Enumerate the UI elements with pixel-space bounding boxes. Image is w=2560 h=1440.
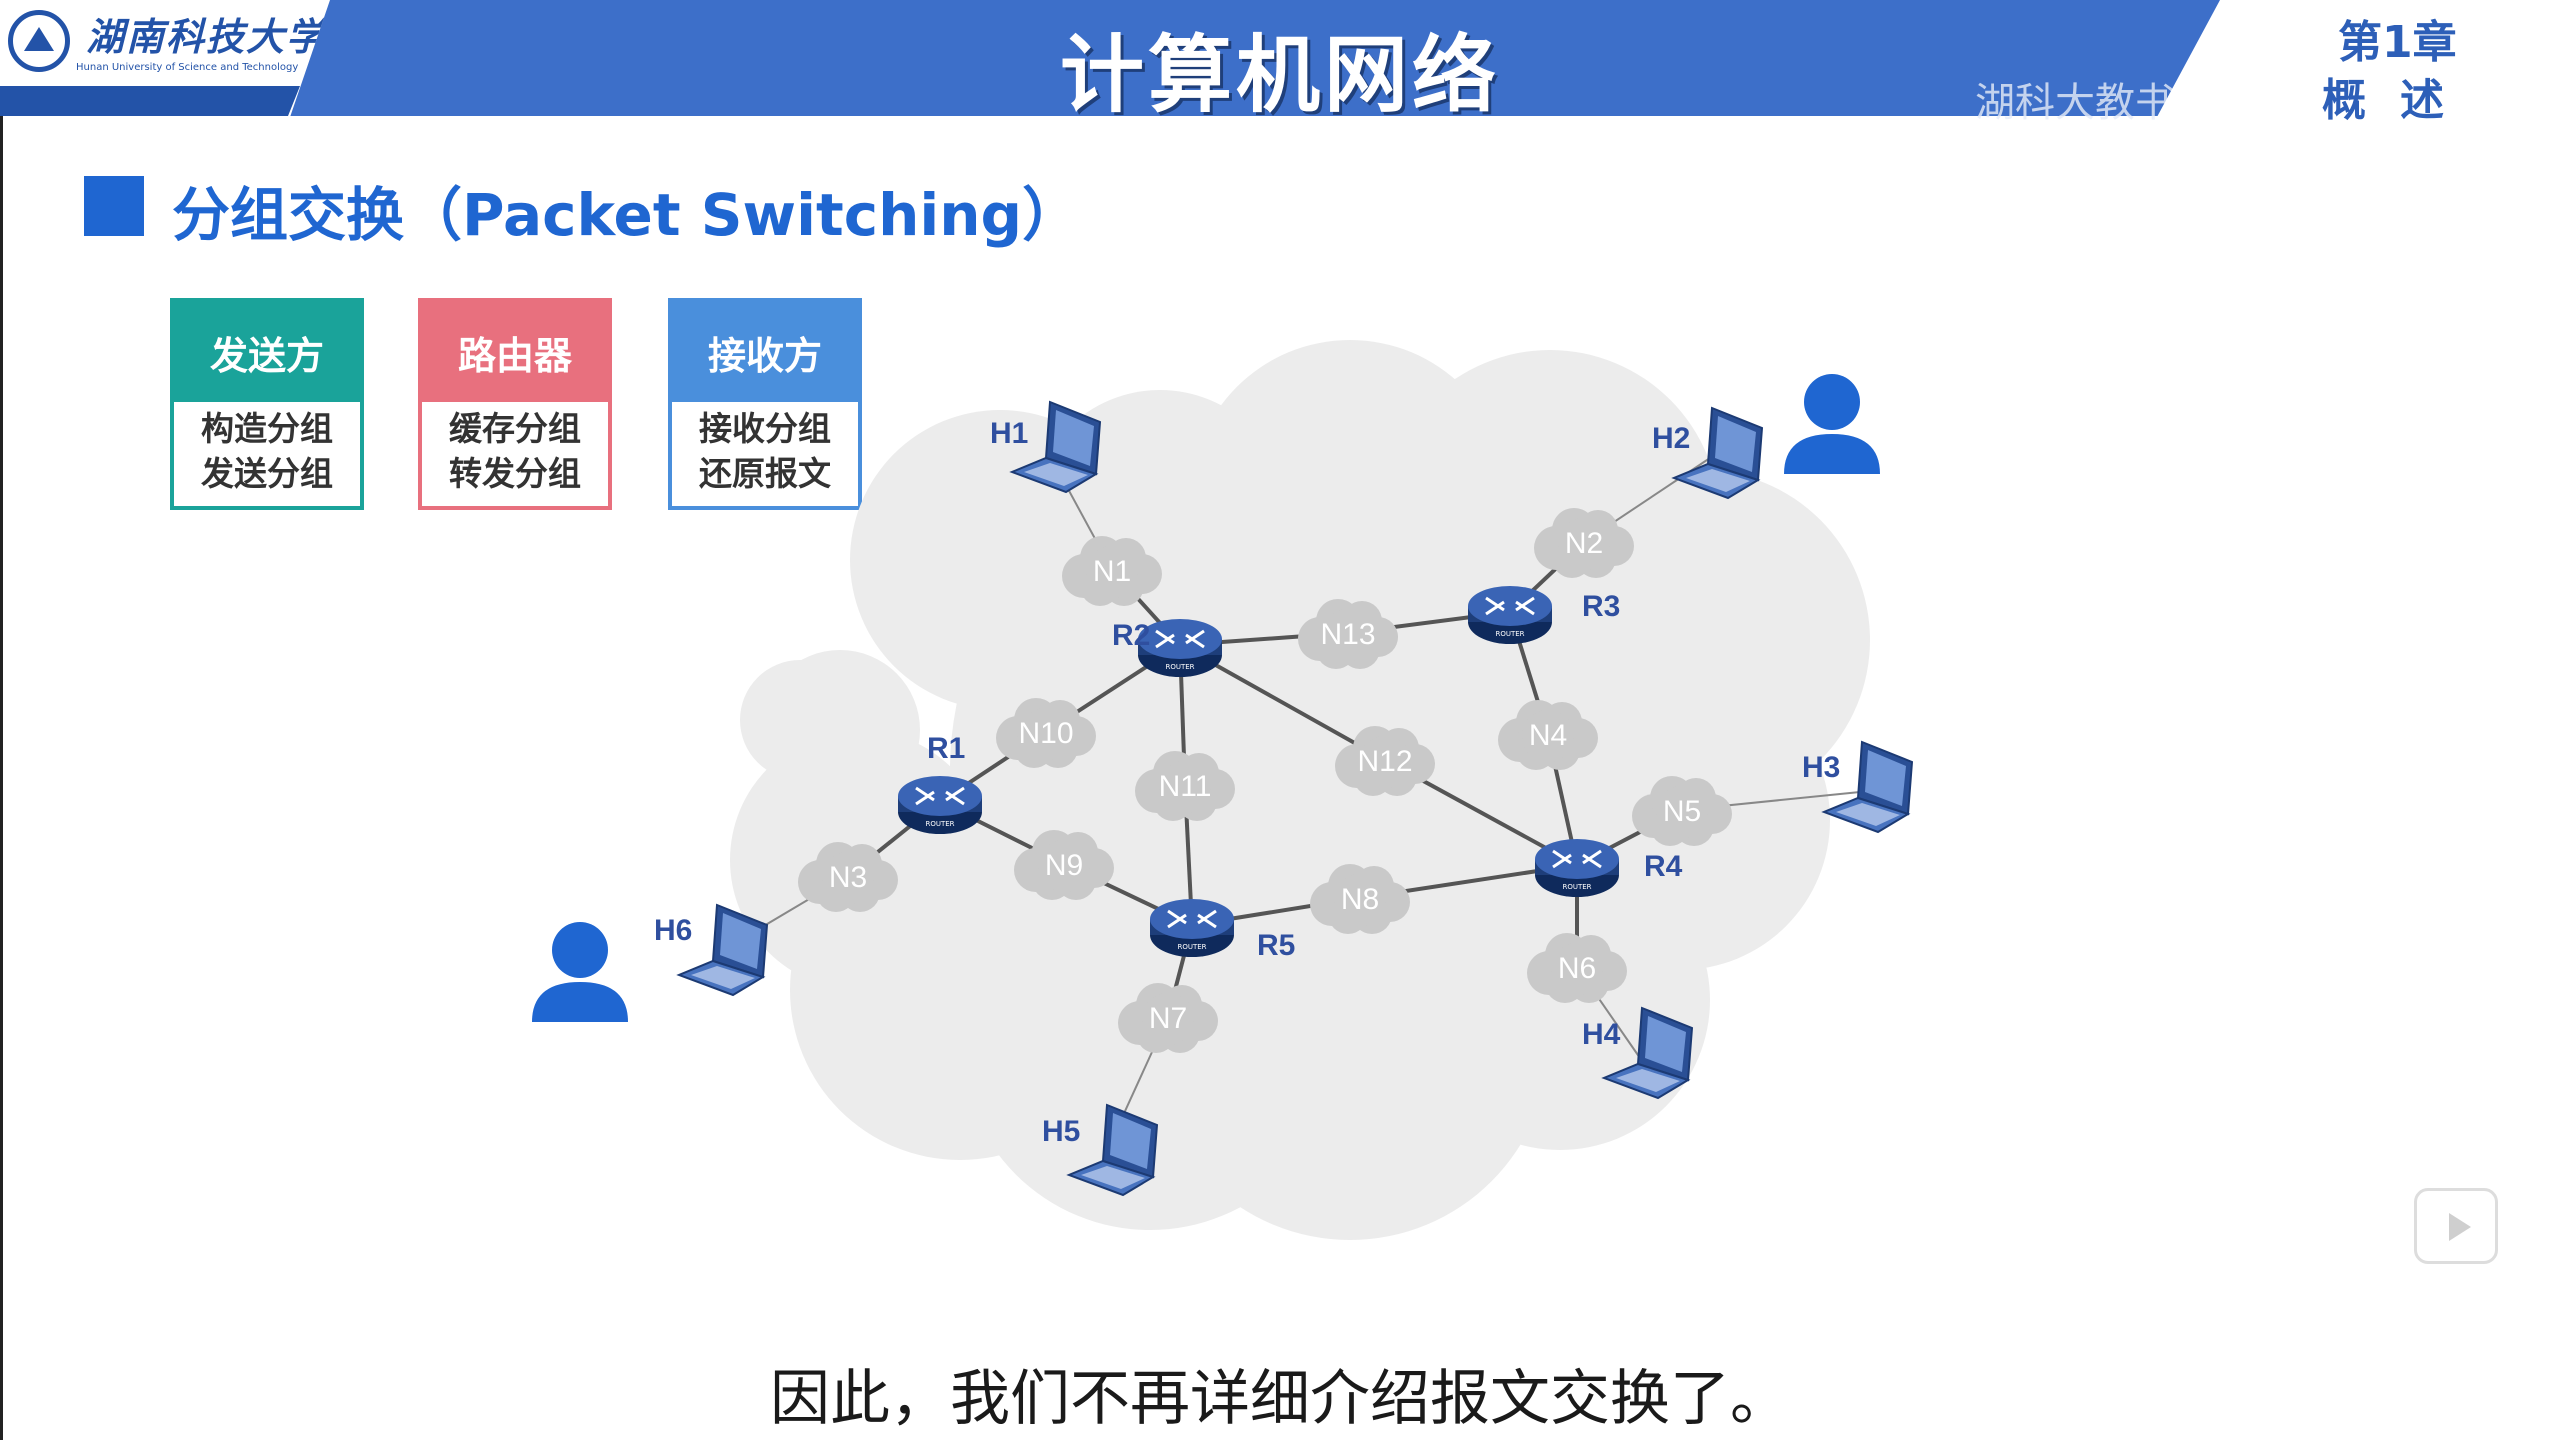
- network-node-label: N11: [1159, 770, 1212, 803]
- network-node-label: N5: [1663, 795, 1701, 828]
- router-label: R1: [927, 732, 965, 765]
- person-receiver-icon: [1784, 374, 1880, 474]
- host-label: H5: [1042, 1115, 1080, 1148]
- router-label: R5: [1257, 929, 1295, 962]
- background-cloud: [950, 440, 1610, 1100]
- router-badge: ROUTER: [1562, 883, 1591, 891]
- network-node-label: N6: [1558, 952, 1596, 985]
- play-button[interactable]: [2414, 1188, 2498, 1264]
- host-label: H6: [654, 914, 692, 947]
- packet-switching-network-diagram: N1 N2 N3 N4 N5 N6 N7 N8 N9 N10 N11 N12 N13 ROUTER R1 R…: [532, 340, 1914, 1240]
- router-r3: ROUTER: [1468, 586, 1552, 644]
- network-node-label: N7: [1149, 1002, 1187, 1035]
- network-node-label: N1: [1093, 555, 1131, 588]
- network-node-label: N9: [1045, 849, 1083, 882]
- network-node-label: N12: [1357, 745, 1412, 778]
- network-node-label: N3: [829, 861, 867, 894]
- network-node-label: N2: [1565, 527, 1603, 560]
- network-node-label: N13: [1320, 618, 1375, 651]
- video-subtitle: 因此，我们不再详细介绍报文交换了。: [770, 1364, 1790, 1434]
- network-node-label: N10: [1018, 717, 1073, 750]
- router-label: R2: [1112, 619, 1150, 652]
- router-r4: ROUTER: [1535, 839, 1619, 897]
- background-cloud: [760, 650, 920, 810]
- network-node-label: N8: [1341, 883, 1379, 916]
- router-label: R4: [1644, 850, 1683, 883]
- router-r5: ROUTER: [1150, 899, 1234, 957]
- router-r1: ROUTER: [898, 776, 982, 834]
- host-label: H2: [1652, 422, 1690, 455]
- host-label: H3: [1802, 751, 1840, 784]
- host-label: H4: [1582, 1018, 1621, 1051]
- router-badge: ROUTER: [1495, 630, 1524, 638]
- router-badge: ROUTER: [1177, 943, 1206, 951]
- router-label: R3: [1582, 590, 1620, 623]
- network-node-label: N4: [1529, 719, 1567, 752]
- host-label: H1: [990, 417, 1028, 450]
- person-sender-icon: [532, 922, 628, 1022]
- router-badge: ROUTER: [925, 820, 954, 828]
- router-r2: ROUTER: [1138, 619, 1222, 677]
- router-badge: ROUTER: [1165, 663, 1194, 671]
